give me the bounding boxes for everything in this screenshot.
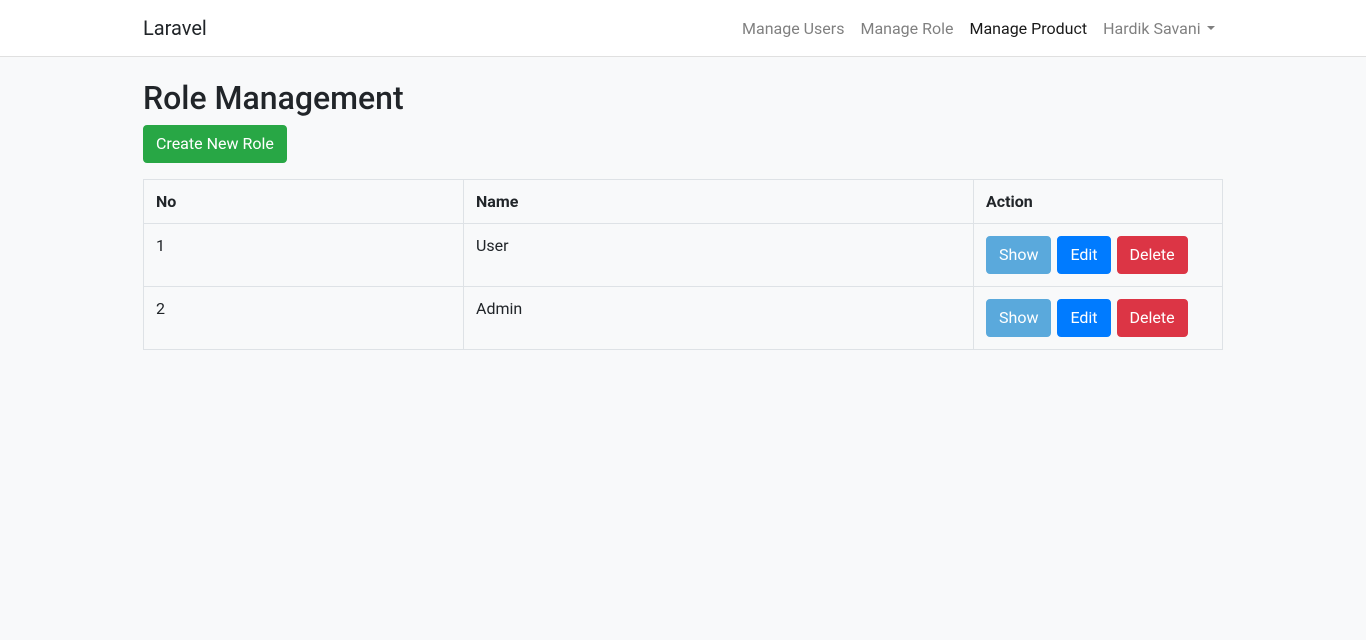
page-title: Role Management — [143, 79, 1223, 117]
delete-button[interactable]: Delete — [1117, 236, 1188, 274]
nav-link-manage-users[interactable]: Manage Users — [734, 11, 852, 46]
cell-name: Admin — [464, 287, 974, 350]
table-row: 1 User Show Edit Delete — [144, 224, 1223, 287]
table-header-no: No — [144, 180, 464, 224]
table-header-name: Name — [464, 180, 974, 224]
chevron-down-icon — [1207, 26, 1215, 30]
show-button[interactable]: Show — [986, 236, 1051, 274]
table-header-action: Action — [974, 180, 1223, 224]
main-content: Role Management Create New Role No Name … — [128, 57, 1238, 350]
nav-link-manage-product[interactable]: Manage Product — [961, 11, 1095, 46]
user-dropdown[interactable]: Hardik Savani — [1095, 11, 1223, 46]
delete-button[interactable]: Delete — [1117, 299, 1188, 337]
create-new-role-button[interactable]: Create New Role — [143, 125, 287, 163]
nav-link-manage-role[interactable]: Manage Role — [852, 11, 961, 46]
cell-no: 1 — [144, 224, 464, 287]
show-button[interactable]: Show — [986, 299, 1051, 337]
edit-button[interactable]: Edit — [1057, 299, 1110, 337]
navbar: Laravel Manage Users Manage Role Manage … — [0, 0, 1366, 57]
roles-table: No Name Action 1 User Show Edit Delete 2… — [143, 179, 1223, 350]
cell-action: Show Edit Delete — [974, 224, 1223, 287]
navbar-brand[interactable]: Laravel — [143, 16, 207, 40]
user-dropdown-label: Hardik Savani — [1103, 19, 1201, 38]
cell-action: Show Edit Delete — [974, 287, 1223, 350]
edit-button[interactable]: Edit — [1057, 236, 1110, 274]
table-row: 2 Admin Show Edit Delete — [144, 287, 1223, 350]
cell-no: 2 — [144, 287, 464, 350]
table-header-row: No Name Action — [144, 180, 1223, 224]
navbar-nav: Manage Users Manage Role Manage Product … — [734, 11, 1223, 46]
cell-name: User — [464, 224, 974, 287]
